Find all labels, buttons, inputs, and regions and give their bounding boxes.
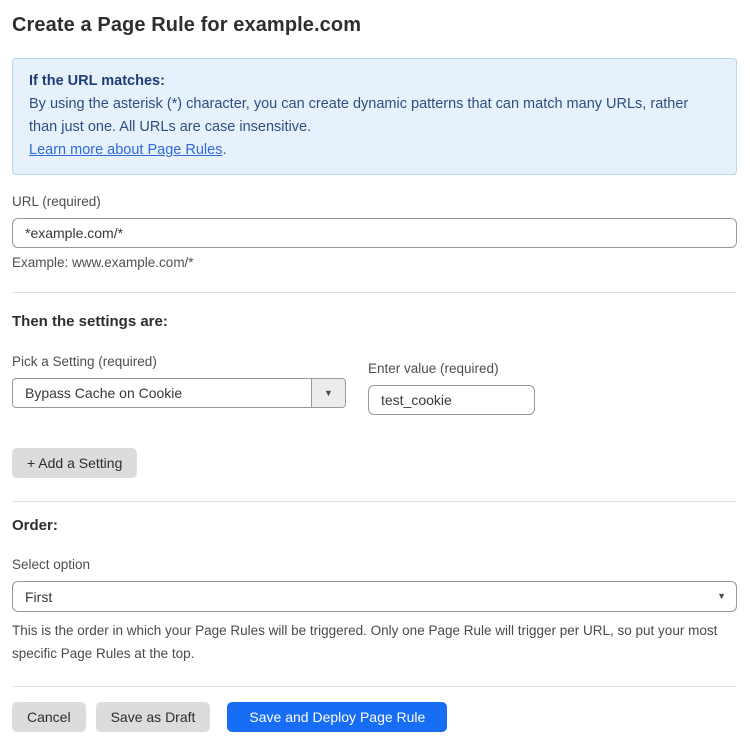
order-select-label: Select option — [12, 557, 737, 572]
order-select[interactable]: First ▼ — [12, 581, 737, 612]
save-draft-button[interactable]: Save as Draft — [96, 702, 211, 732]
info-box-heading: If the URL matches: — [29, 70, 720, 93]
setting-row: Pick a Setting (required) Bypass Cache o… — [12, 354, 737, 415]
divider — [12, 292, 737, 293]
setting-value-input[interactable] — [368, 385, 535, 415]
add-setting-button[interactable]: + Add a Setting — [12, 448, 137, 478]
url-field-label: URL (required) — [12, 194, 737, 209]
settings-section-heading: Then the settings are: — [12, 313, 737, 330]
form-actions: Cancel Save as Draft Save and Deploy Pag… — [12, 702, 737, 732]
order-select-value: First — [25, 589, 52, 605]
url-input[interactable] — [12, 218, 737, 248]
create-page-rule-form: Create a Page Rule for example.com If th… — [0, 0, 750, 744]
setting-picker-label: Pick a Setting (required) — [12, 354, 346, 369]
link-suffix: . — [222, 142, 226, 158]
divider — [12, 686, 737, 687]
learn-more-link[interactable]: Learn more about Page Rules — [29, 142, 222, 158]
info-box-link-line: Learn more about Page Rules. — [29, 139, 720, 162]
page-title: Create a Page Rule for example.com — [12, 14, 737, 37]
dropdown-arrow-icon: ▼ — [324, 389, 333, 398]
info-box-body: By using the asterisk (*) character, you… — [29, 93, 720, 139]
cancel-button[interactable]: Cancel — [12, 702, 86, 732]
save-deploy-button[interactable]: Save and Deploy Page Rule — [227, 702, 447, 732]
divider — [12, 501, 737, 502]
setting-value-column: Enter value (required) — [368, 361, 535, 415]
setting-picker-column: Pick a Setting (required) Bypass Cache o… — [12, 354, 346, 415]
setting-dropdown-button[interactable]: ▼ — [311, 379, 345, 407]
url-match-info-box: If the URL matches: By using the asteris… — [12, 58, 737, 175]
setting-dropdown[interactable]: Bypass Cache on Cookie ▼ — [12, 378, 346, 408]
setting-value-label: Enter value (required) — [368, 361, 535, 376]
dropdown-arrow-icon: ▼ — [717, 592, 726, 601]
url-example-hint: Example: www.example.com/* — [12, 255, 737, 270]
setting-dropdown-value: Bypass Cache on Cookie — [13, 379, 311, 407]
order-description: This is the order in which your Page Rul… — [12, 619, 724, 665]
order-section-heading: Order: — [12, 517, 737, 534]
